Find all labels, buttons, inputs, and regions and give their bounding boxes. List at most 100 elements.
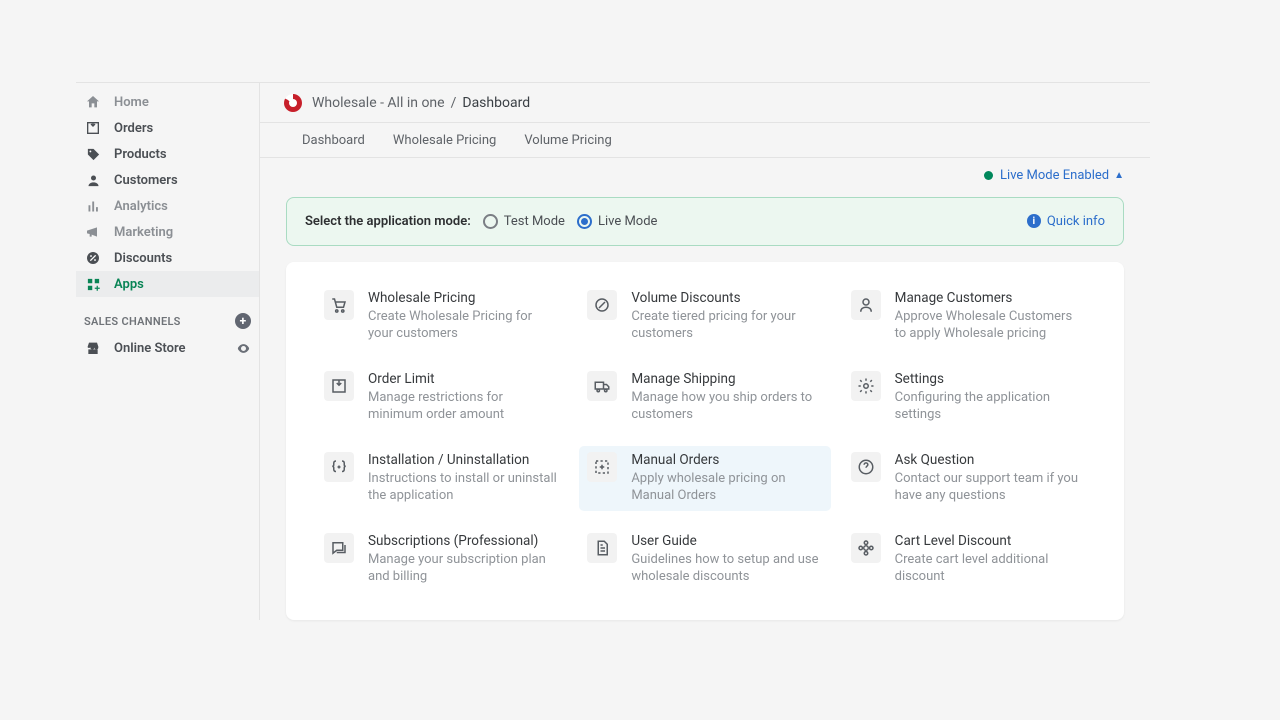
feature-card[interactable]: Manual Orders Apply wholesale pricing on … <box>579 446 830 511</box>
feature-desc: Guidelines how to setup and use wholesal… <box>631 551 822 586</box>
radio-live-mode-label: Live Mode <box>598 214 657 229</box>
tabs: Dashboard Wholesale Pricing Volume Prici… <box>260 122 1150 158</box>
info-icon: i <box>1027 214 1041 228</box>
feature-title: User Guide <box>631 533 822 549</box>
feature-title: Wholesale Pricing <box>368 290 559 306</box>
tab-wholesale-pricing[interactable]: Wholesale Pricing <box>393 133 496 148</box>
sidebar-item-apps[interactable]: Apps <box>76 271 259 297</box>
feature-card[interactable]: Ask Question Contact our support team if … <box>843 446 1094 511</box>
main: Wholesale - All in one / Dashboard Dashb… <box>260 83 1150 620</box>
apps-icon <box>84 277 102 292</box>
sidebar-item-label: Home <box>114 95 149 110</box>
bars-icon <box>84 199 102 214</box>
feature-card[interactable]: User Guide Guidelines how to setup and us… <box>579 527 830 592</box>
breadcrumb-app: Wholesale - All in one <box>312 95 445 111</box>
sidebar-item-products[interactable]: Products <box>76 141 259 167</box>
person-icon <box>84 173 102 188</box>
sidebar-item-customers[interactable]: Customers <box>76 167 259 193</box>
tab-volume-pricing[interactable]: Volume Pricing <box>524 133 611 148</box>
feature-title: Subscriptions (Professional) <box>368 533 559 549</box>
feature-card[interactable]: Installation / Uninstallation Instruction… <box>316 446 567 511</box>
section-label: SALES CHANNELS <box>84 315 181 328</box>
discount-icon <box>587 290 617 320</box>
feature-desc: Manage how you ship orders to customers <box>631 389 822 424</box>
add-channel-button[interactable]: + <box>235 313 251 329</box>
feature-desc: Instructions to install or uninstall the… <box>368 470 559 505</box>
store-icon <box>84 340 102 356</box>
sidebar-item-label: Apps <box>114 277 144 292</box>
percent-icon <box>84 250 102 266</box>
mode-label: Select the application mode: <box>305 214 471 229</box>
feature-desc: Apply wholesale pricing on Manual Orders <box>631 470 822 505</box>
sidebar-item-orders[interactable]: Orders <box>76 115 259 141</box>
sidebar-item-analytics[interactable]: Analytics <box>76 193 259 219</box>
gear-icon <box>851 371 881 401</box>
feature-desc: Contact our support team if you have any… <box>895 470 1086 505</box>
status-dot-icon <box>984 171 993 180</box>
sidebar-item-home[interactable]: Home <box>76 89 259 115</box>
doc-icon <box>587 533 617 563</box>
question-icon <box>851 452 881 482</box>
feature-card[interactable]: Settings Configuring the application sett… <box>843 365 1094 430</box>
sidebar-item-label: Marketing <box>114 225 173 240</box>
sidebar-item-label: Orders <box>114 121 153 136</box>
chevron-up-icon: ▲ <box>1114 170 1124 181</box>
feature-title: Volume Discounts <box>631 290 822 306</box>
sidebar-item-label: Discounts <box>114 251 172 266</box>
breadcrumb: Wholesale - All in one / Dashboard <box>260 83 1150 122</box>
feature-card[interactable]: Wholesale Pricing Create Wholesale Pricin… <box>316 284 567 349</box>
feature-title: Ask Question <box>895 452 1086 468</box>
feature-desc: Manage your subscription plan and billin… <box>368 551 559 586</box>
feature-card[interactable]: Cart Level Discount Create cart level add… <box>843 527 1094 592</box>
radio-live-mode[interactable] <box>577 214 592 229</box>
truck-icon <box>587 371 617 401</box>
breadcrumb-current: Dashboard <box>462 95 530 111</box>
flower-icon <box>851 533 881 563</box>
sidebar-section-title: SALES CHANNELS + <box>76 297 259 335</box>
status-label: Live Mode Enabled <box>1000 168 1109 183</box>
feature-title: Settings <box>895 371 1086 387</box>
sidebar-item-label: Online Store <box>114 341 186 356</box>
radio-test-mode[interactable] <box>483 214 498 229</box>
sidebar-item-marketing[interactable]: Marketing <box>76 219 259 245</box>
feature-grid: Wholesale Pricing Create Wholesale Pricin… <box>286 262 1124 620</box>
user-icon <box>851 290 881 320</box>
orders-icon <box>84 120 102 136</box>
chat-icon <box>324 533 354 563</box>
feature-title: Installation / Uninstallation <box>368 452 559 468</box>
feature-card[interactable]: Volume Discounts Create tiered pricing fo… <box>579 284 830 349</box>
feature-desc: Manage restrictions for minimum order am… <box>368 389 559 424</box>
quick-info-label: Quick info <box>1047 214 1105 229</box>
inbox-icon <box>324 371 354 401</box>
view-store-icon[interactable] <box>236 341 251 356</box>
home-icon <box>84 94 102 110</box>
sidebar: Home Orders Products Customers Analytics… <box>76 83 260 620</box>
sidebar-item-label: Customers <box>114 173 178 188</box>
feature-desc: Create Wholesale Pricing for your custom… <box>368 308 559 343</box>
feature-desc: Create tiered pricing for your customers <box>631 308 822 343</box>
grid-plus-icon <box>587 452 617 482</box>
sidebar-item-online-store[interactable]: Online Store <box>76 335 259 361</box>
feature-desc: Approve Wholesale Customers to apply Who… <box>895 308 1086 343</box>
tab-dashboard[interactable]: Dashboard <box>302 133 365 148</box>
sidebar-item-discounts[interactable]: Discounts <box>76 245 259 271</box>
feature-card[interactable]: Order Limit Manage restrictions for minim… <box>316 365 567 430</box>
feature-card[interactable]: Manage Shipping Manage how you ship order… <box>579 365 830 430</box>
app-logo <box>284 94 302 112</box>
mode-selector: Select the application mode: Test Mode L… <box>286 197 1124 245</box>
feature-card[interactable]: Subscriptions (Professional) Manage your … <box>316 527 567 592</box>
feature-title: Cart Level Discount <box>895 533 1086 549</box>
sidebar-item-label: Analytics <box>114 199 168 214</box>
feature-title: Manual Orders <box>631 452 822 468</box>
cart-icon <box>324 290 354 320</box>
sidebar-item-label: Products <box>114 147 167 162</box>
feature-title: Manage Shipping <box>631 371 822 387</box>
feature-card[interactable]: Manage CustomersApprove Wholesale Custom… <box>843 284 1094 349</box>
breadcrumb-sep: / <box>451 95 457 111</box>
feature-desc: Create cart level additional discount <box>895 551 1086 586</box>
live-mode-dropdown[interactable]: Live Mode Enabled ▲ <box>260 158 1150 183</box>
quick-info-button[interactable]: i Quick info <box>1027 214 1105 229</box>
radio-test-mode-label: Test Mode <box>504 214 565 229</box>
feature-desc: Configuring the application settings <box>895 389 1086 424</box>
feature-title: Order Limit <box>368 371 559 387</box>
